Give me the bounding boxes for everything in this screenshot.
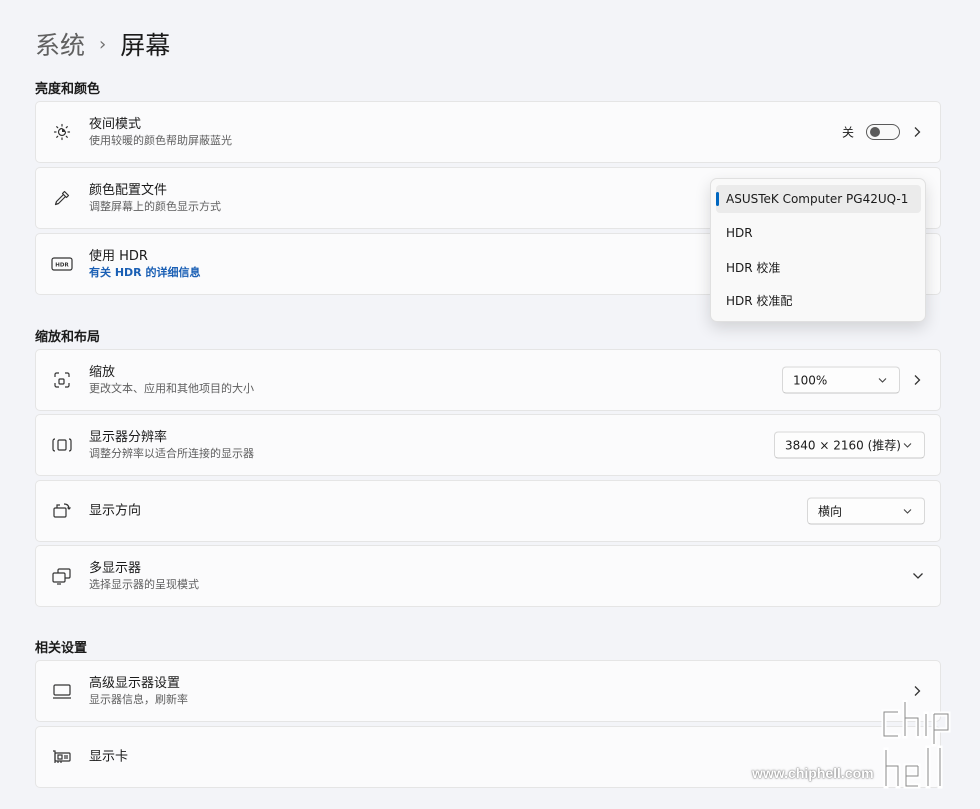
option-label: HDR 校准配 (726, 293, 793, 308)
chiphell-watermark: www.chiphell.com (752, 700, 970, 800)
toggle-knob (870, 127, 880, 137)
color-profile-desc: 调整屏幕上的颜色显示方式 (89, 200, 221, 213)
resolution-select-value: 3840 × 2160 (推荐) (785, 438, 901, 453)
advanced-display-desc: 显示器信息，刷新率 (89, 693, 188, 706)
page-title: 屏幕 (120, 31, 171, 60)
orientation-card[interactable]: 显示方向 横向 (35, 480, 941, 542)
section-title-related-settings: 相关设置 (35, 641, 88, 656)
watermark-url: www.chiphell.com (752, 765, 874, 781)
scale-select-value: 100% (793, 373, 828, 387)
option-label: ASUSTeK Computer PG42UQ-1 (726, 192, 909, 206)
orientation-icon (51, 500, 73, 522)
resolution-card[interactable]: 显示器分辨率 调整分辨率以适合所连接的显示器 3840 × 2160 (推荐) (35, 414, 941, 476)
color-profile-option[interactable]: HDR 校准配 (716, 286, 921, 314)
advanced-display-title: 高级显示器设置 (89, 676, 181, 691)
breadcrumb: 系统 › 屏幕 (35, 26, 170, 62)
night-light-card[interactable]: 夜间模式 使用较暖的颜色帮助屏蔽蓝光 关 (35, 101, 941, 163)
chevron-right-icon[interactable] (912, 685, 922, 697)
night-light-toggle[interactable] (866, 124, 900, 140)
breadcrumb-separator: › (99, 33, 107, 55)
hdr-learn-more-link[interactable]: 有关 HDR 的详细信息 (89, 265, 200, 280)
color-profile-dropdown[interactable]: ASUSTeK Computer PG42UQ-1 HDR HDR 校准 HDR… (710, 178, 926, 322)
eyedropper-icon (51, 187, 73, 209)
scale-icon (51, 369, 73, 391)
multi-display-title: 多显示器 (89, 561, 142, 576)
graphics-title: 显示卡 (89, 749, 129, 765)
svg-text:HDR: HDR (55, 263, 69, 269)
night-light-state-label: 关 (841, 125, 854, 140)
scale-title: 缩放 (89, 365, 116, 380)
color-profile-title: 颜色配置文件 (89, 183, 168, 198)
sun-icon (51, 121, 73, 143)
hdr-title: 使用 HDR (89, 249, 148, 264)
night-light-title: 夜间模式 (89, 117, 142, 132)
resolution-desc: 调整分辨率以适合所连接的显示器 (89, 447, 254, 460)
chiphell-logo (881, 700, 951, 789)
color-profile-option[interactable]: HDR 校准 (716, 253, 921, 281)
section-title-brightness-color: 亮度和颜色 (35, 82, 101, 97)
color-profile-option[interactable]: HDR (716, 219, 921, 247)
resolution-icon (51, 434, 73, 456)
graphics-card-icon (51, 746, 73, 768)
scale-select[interactable]: 100% (782, 366, 900, 394)
breadcrumb-parent-system[interactable]: 系统 (35, 26, 85, 62)
multi-display-desc: 选择显示器的呈现模式 (89, 578, 199, 591)
chevron-down-icon (903, 442, 912, 448)
resolution-title: 显示器分辨率 (89, 430, 168, 445)
option-label: HDR (726, 226, 753, 240)
chevron-down-icon (878, 377, 887, 383)
color-profile-option[interactable]: ASUSTeK Computer PG42UQ-1 (716, 185, 921, 213)
night-light-desc: 使用较暖的颜色帮助屏蔽蓝光 (89, 134, 232, 147)
chevron-right-icon[interactable] (912, 374, 922, 386)
multi-monitor-icon (51, 565, 73, 587)
chevron-down-icon (903, 508, 912, 514)
orientation-select[interactable]: 横向 (807, 497, 925, 525)
scale-desc: 更改文本、应用和其他项目的大小 (89, 382, 254, 395)
monitor-icon (51, 680, 73, 702)
chevron-right-icon[interactable] (912, 126, 922, 138)
resolution-select[interactable]: 3840 × 2160 (推荐) (774, 431, 925, 459)
orientation-select-value: 横向 (818, 504, 843, 519)
selection-indicator (716, 192, 719, 206)
orientation-title: 显示方向 (89, 503, 142, 519)
hdr-icon: HDR (51, 253, 73, 275)
multi-display-card[interactable]: 多显示器 选择显示器的呈现模式 (35, 545, 941, 607)
section-title-scale-layout: 缩放和布局 (35, 330, 101, 345)
scale-card[interactable]: 缩放 更改文本、应用和其他项目的大小 100% (35, 349, 941, 411)
chevron-down-icon[interactable] (912, 572, 924, 580)
option-label: HDR 校准 (726, 260, 781, 275)
